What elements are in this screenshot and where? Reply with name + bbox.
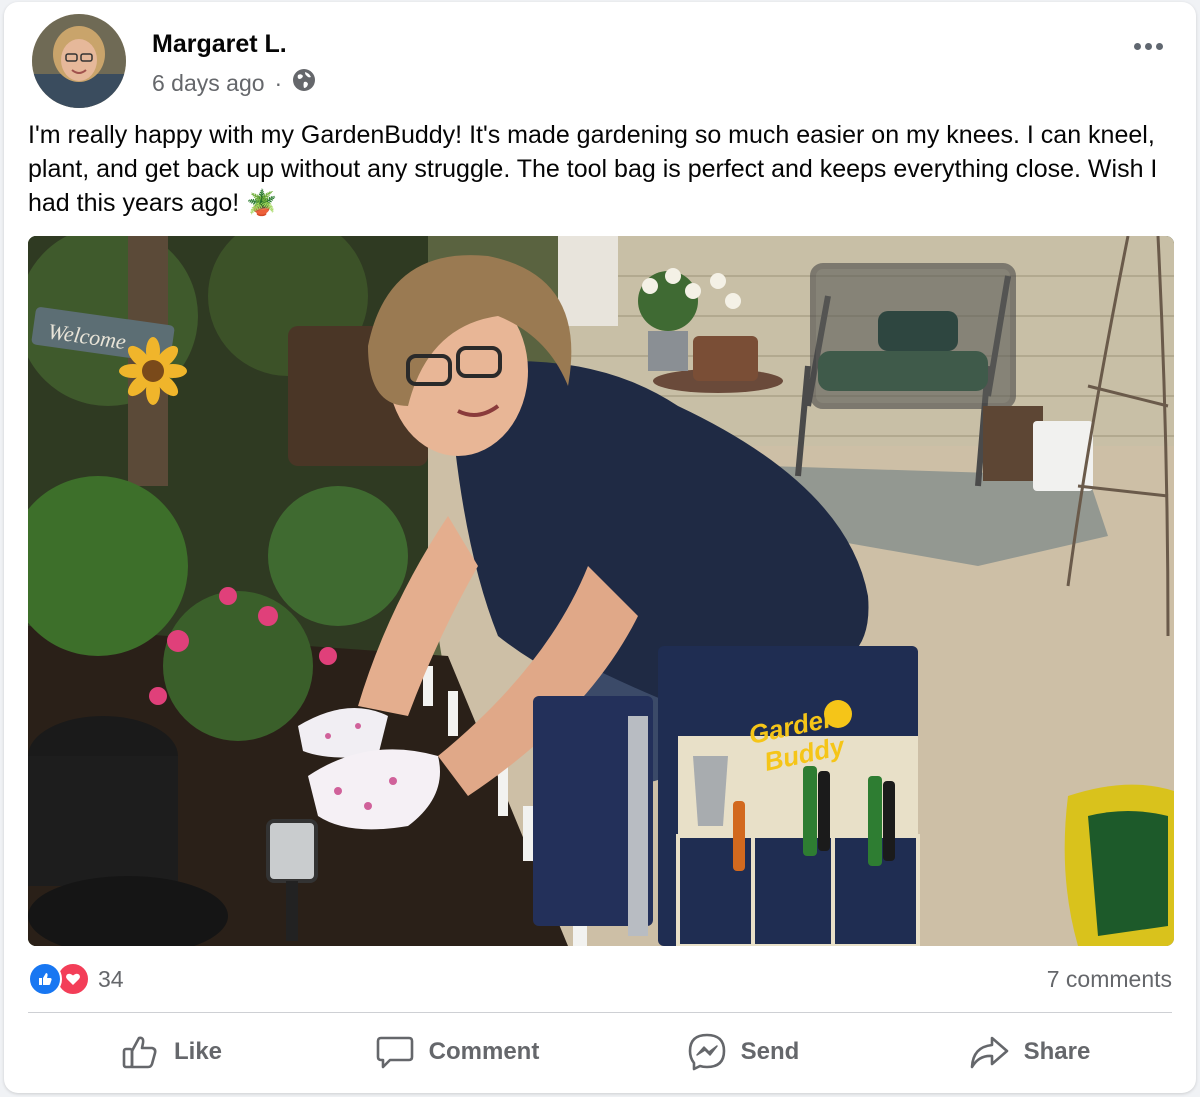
like-button[interactable]: Like — [28, 1024, 314, 1080]
post-text: I'm really happy with my GardenBuddy! It… — [28, 121, 1158, 217]
action-bar: Like Comment Send Share — [28, 1024, 1172, 1080]
messenger-icon — [687, 1032, 727, 1072]
share-button[interactable]: Share — [886, 1024, 1172, 1080]
share-icon — [968, 1032, 1010, 1072]
comment-label: Comment — [428, 1038, 540, 1065]
meta-separator: · — [274, 69, 283, 96]
author-name[interactable]: Margaret L. — [152, 30, 287, 59]
comments-count-link[interactable]: 7 comments — [1047, 966, 1172, 993]
send-label: Send — [740, 1038, 800, 1065]
garden-photo-illustration: Welcome Garden Buddy — [28, 236, 1174, 946]
like-reaction-icon — [28, 962, 62, 996]
reaction-summary[interactable]: 34 — [28, 962, 124, 996]
action-divider — [28, 1012, 1172, 1013]
like-label: Like — [173, 1038, 223, 1065]
share-label: Share — [1023, 1038, 1091, 1065]
reaction-count: 34 — [98, 965, 124, 992]
avatar-image — [32, 14, 126, 108]
post-photo[interactable]: Welcome Garden Buddy — [28, 236, 1174, 946]
post-meta: 6 days ago · — [152, 68, 316, 98]
post-header: Margaret L. 6 days ago · — [32, 14, 1172, 114]
post-card: Margaret L. 6 days ago · I'm really happ… — [4, 2, 1196, 1093]
thumbs-up-icon — [120, 1032, 160, 1072]
comment-button[interactable]: Comment — [314, 1024, 600, 1080]
more-options-icon[interactable] — [1128, 34, 1168, 58]
comment-icon — [375, 1032, 415, 1072]
avatar[interactable] — [32, 14, 126, 108]
send-button[interactable]: Send — [600, 1024, 886, 1080]
post-timestamp[interactable]: 6 days ago — [152, 70, 265, 97]
globe-icon — [292, 68, 316, 98]
